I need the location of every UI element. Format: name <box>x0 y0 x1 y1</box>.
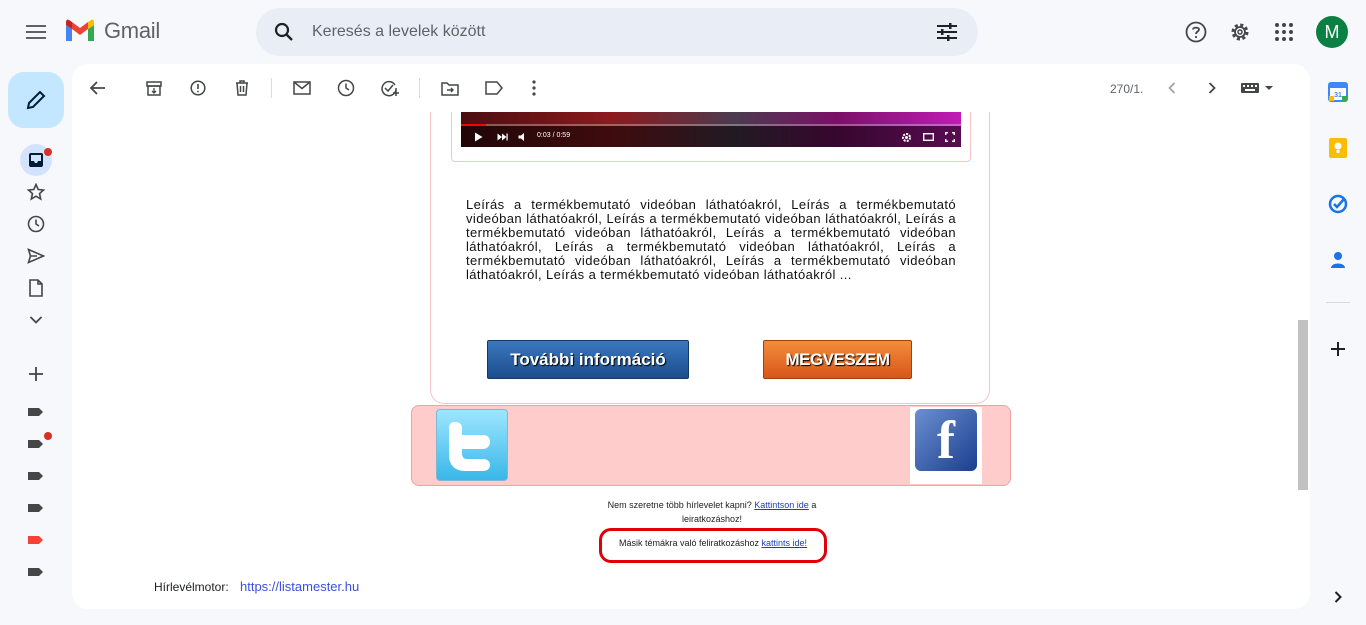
more-info-button[interactable]: További információ <box>487 340 689 379</box>
svg-text:31: 31 <box>1334 92 1342 99</box>
unsubscribe-text-part: Nem szeretne több hírlevelet kapni? <box>607 500 755 510</box>
label-icon[interactable] <box>480 76 508 100</box>
label-tag-icon[interactable] <box>28 503 44 513</box>
pencil-icon <box>26 90 46 110</box>
video-time: 0:03 / 0:59 <box>537 132 571 139</box>
more-vert-icon[interactable] <box>520 76 548 100</box>
fullscreen-icon[interactable] <box>943 130 957 144</box>
message-view: 270/1. 0:03 / 0:59 Leírás a termékbemuta… <box>72 64 1310 609</box>
newer-chevron-left-icon[interactable] <box>1158 76 1186 100</box>
toolbar-divider <box>419 78 420 98</box>
show-side-panel-chevron-icon[interactable] <box>1327 586 1349 608</box>
search-options-icon[interactable] <box>934 20 960 44</box>
other-topics-link[interactable]: kattints ide! <box>762 538 808 548</box>
label-tag-icon[interactable] <box>28 439 44 449</box>
email-body: 0:03 / 0:59 Leírás a termékbemutató vide… <box>72 112 1292 609</box>
inbox-unread-dot <box>44 148 52 156</box>
starred-icon[interactable] <box>22 178 50 206</box>
social-links-bar: f <box>411 405 1011 486</box>
apps-grid-icon[interactable] <box>1270 16 1298 48</box>
tasks-icon[interactable] <box>1327 193 1349 215</box>
label-tag-icon[interactable] <box>28 567 44 577</box>
gmail-logo[interactable]: Gmail <box>64 18 160 44</box>
message-toolbar: 270/1. <box>72 64 1310 112</box>
add-to-tasks-icon[interactable] <box>376 76 404 100</box>
volume-icon[interactable] <box>516 130 530 144</box>
newsletter-engine-label: Hírlevélmotor: <box>154 580 229 594</box>
older-chevron-right-icon[interactable] <box>1198 76 1226 100</box>
main-menu-button[interactable] <box>16 12 56 52</box>
search-icon[interactable] <box>270 18 298 46</box>
embedded-video-player[interactable]: 0:03 / 0:59 <box>461 112 961 147</box>
archive-icon[interactable] <box>140 76 168 100</box>
play-icon[interactable] <box>471 130 485 144</box>
product-description: Leírás a termékbemutató videóban látható… <box>466 197 956 282</box>
calendar-icon[interactable]: 31 <box>1327 81 1349 103</box>
facebook-f-icon: f <box>915 409 977 471</box>
move-to-folder-icon[interactable] <box>436 76 464 100</box>
input-tools-keyboard-icon[interactable] <box>1238 76 1276 100</box>
sent-icon[interactable] <box>22 242 50 270</box>
gmail-m-icon <box>66 19 94 41</box>
unsubscribe-link[interactable]: Kattintson ide <box>754 500 809 510</box>
delete-trash-icon[interactable] <box>228 76 256 100</box>
mark-unread-mail-icon[interactable] <box>288 76 316 100</box>
other-topics-text: Másik témákra való feliratkozáshoz katti… <box>599 538 827 548</box>
label-tag-icon[interactable] <box>28 471 44 481</box>
account-avatar[interactable]: M <box>1316 16 1348 48</box>
side-panel-divider <box>1326 302 1350 303</box>
get-addons-plus-icon[interactable] <box>1327 338 1349 360</box>
keep-icon[interactable] <box>1327 137 1349 159</box>
video-controls: 0:03 / 0:59 <box>461 126 961 147</box>
contacts-icon[interactable] <box>1327 249 1349 271</box>
message-pager: 270/1. <box>1110 82 1144 96</box>
other-topics-label: Másik témákra való feliratkozáshoz <box>618 538 762 548</box>
more-chevron-down-icon[interactable] <box>22 306 50 334</box>
search-input[interactable] <box>312 20 912 44</box>
compose-button[interactable] <box>8 72 64 128</box>
create-label-plus-icon[interactable] <box>22 360 50 388</box>
buy-now-button[interactable]: MEGVESZEM <box>763 340 912 379</box>
label-tag-icon[interactable] <box>28 407 44 417</box>
top-bar: Gmail Keresés a levelek között M <box>0 0 1366 64</box>
label-unread-dot <box>44 432 52 440</box>
scrollbar-thumb[interactable] <box>1298 320 1308 490</box>
label-tag-red-icon[interactable] <box>28 535 44 545</box>
search-bar <box>256 8 978 56</box>
video-settings-gear-icon[interactable] <box>899 130 913 144</box>
back-arrow-icon[interactable] <box>84 76 112 100</box>
drafts-icon[interactable] <box>22 274 50 302</box>
skip-next-icon[interactable] <box>495 130 509 144</box>
app-name: Gmail <box>104 18 160 43</box>
snooze-clock-icon[interactable] <box>332 76 360 100</box>
unsubscribe-text: Nem szeretne több hírlevelet kapni? Katt… <box>582 498 842 526</box>
snoozed-clock-icon[interactable] <box>22 210 50 238</box>
hamburger-icon <box>26 25 46 39</box>
facebook-icon[interactable]: f <box>910 407 982 484</box>
theater-mode-icon[interactable] <box>921 130 935 144</box>
toolbar-divider <box>271 78 272 98</box>
settings-gear-icon[interactable] <box>1226 16 1254 48</box>
twitter-icon[interactable] <box>436 409 508 481</box>
help-icon[interactable] <box>1182 16 1210 48</box>
report-spam-icon[interactable] <box>184 76 212 100</box>
newsletter-engine-link[interactable]: https://listamester.hu <box>240 579 359 594</box>
